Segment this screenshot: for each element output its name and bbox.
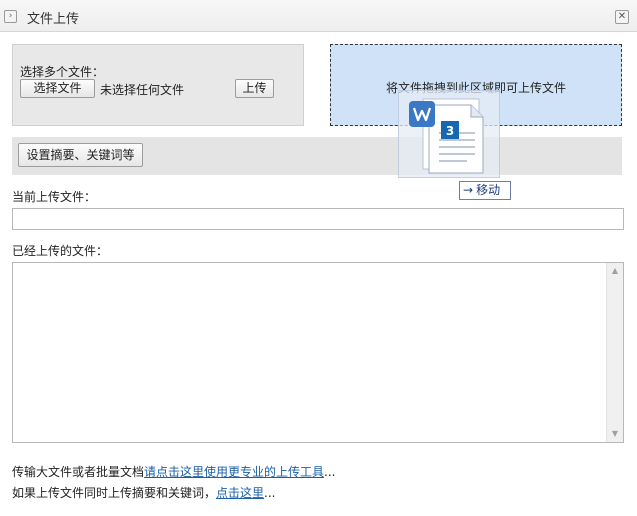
settings-toolbar: 设置摘要、关键词等 [12,137,622,175]
move-tooltip: → 移动 [459,181,511,200]
upload-window: › 文件上传 ✕ 选择多个文件： 选择文件 未选择任何文件 上传 将文件拖拽到此… [0,0,637,516]
footer-line2-suffix: ... [264,486,276,500]
current-upload-label: 当前上传文件： [12,190,97,204]
file-select-panel: 选择多个文件： 选择文件 未选择任何文件 上传 [12,44,304,126]
title-bar: › 文件上传 ✕ [0,0,637,32]
scroll-down-icon[interactable]: ▼ [607,426,623,442]
footer-line-large-files: 传输大文件或者批量文档请点击这里使用更专业的上传工具... [12,463,335,480]
footer-line-summary: 如果上传文件同时上传摘要和关键词，点击这里... [12,484,275,501]
select-files-label: 选择多个文件： [20,65,105,79]
word-document-icon: 3 [409,98,484,174]
choose-file-button[interactable]: 选择文件 [20,79,95,98]
upload-button[interactable]: 上传 [235,79,274,98]
window-title: 文件上传 [27,12,80,27]
expand-icon[interactable]: › [4,10,17,23]
footer-line1-suffix: ... [324,465,336,479]
uploaded-files-label: 已经上传的文件： [12,244,109,258]
drag-count-badge: 3 [446,124,454,138]
move-label: 移动 [476,183,501,197]
pro-upload-tool-link[interactable]: 请点击这里使用更专业的上传工具 [144,465,324,479]
set-summary-keywords-button[interactable]: 设置摘要、关键词等 [18,143,143,167]
footer-line1-prefix: 传输大文件或者批量文档 [12,465,145,479]
uploaded-files-scrollbar[interactable]: ▲ ▼ [606,263,623,442]
drag-ghost: 3 [398,90,500,178]
uploaded-files-list[interactable]: ▲ ▼ [12,262,624,443]
summary-upload-link[interactable]: 点击这里 [216,486,264,500]
arrow-right-icon: → [463,183,474,197]
close-icon[interactable]: ✕ [615,10,629,24]
current-upload-field[interactable] [12,208,624,230]
scroll-up-icon[interactable]: ▲ [607,263,623,279]
footer-line2-prefix: 如果上传文件同时上传摘要和关键词， [12,486,217,500]
no-file-chosen-text: 未选择任何文件 [100,83,185,97]
